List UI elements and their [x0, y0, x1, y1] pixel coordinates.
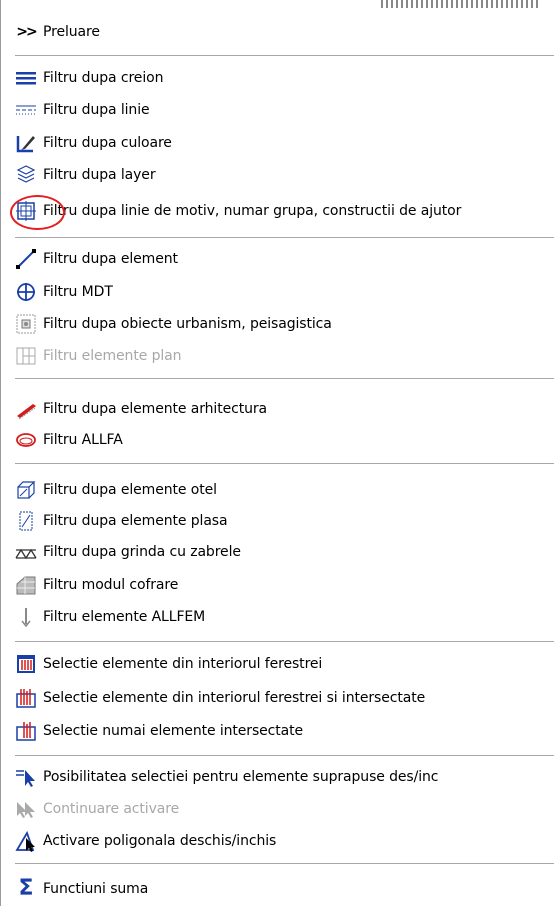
menu-item-selectie-intersectate[interactable]: Selectie numai elemente intersectate [15, 716, 544, 746]
diagonal-line-icon [15, 248, 37, 270]
allfem-icon [15, 606, 37, 628]
menu-item-label: Filtru dupa obiecte urbanism, peisagisti… [43, 316, 332, 332]
menu-item-filtru-otel[interactable]: Filtru dupa elemente otel [15, 475, 544, 505]
separator [15, 463, 554, 464]
continue-activation-icon [15, 798, 37, 820]
menu-item-continuare-activare[interactable]: Continuare activare [15, 794, 544, 824]
menu-item-label: Filtru ALLFA [43, 432, 123, 448]
menu-item-filtru-creion[interactable]: Filtru dupa creion [15, 63, 544, 93]
menu-item-label: Filtru elemente ALLFEM [43, 609, 206, 625]
double-arrow-right-icon: >> [16, 24, 38, 40]
menu-item-label: Filtru elemente plan [43, 348, 182, 364]
menu-item-label: Selectie elemente din interiorul ferestr… [43, 656, 323, 672]
menu-item-filtru-mdt[interactable]: Filtru MDT [15, 277, 544, 307]
menu-item-label: Activare poligonala deschis/inchis [43, 833, 277, 849]
polygon-activation-icon [15, 830, 37, 852]
menu-item-preluare[interactable]: >> Preluare [15, 17, 544, 47]
menu-item-filtru-grinda[interactable]: Filtru dupa grinda cu zabrele [15, 537, 544, 567]
plan-elements-icon [15, 345, 37, 367]
menu-item-label: Preluare [43, 24, 100, 40]
menu-item-functiuni-suma[interactable]: Σ Functiuni suma [15, 874, 544, 904]
background-fragment [381, 0, 541, 8]
separator [15, 863, 554, 864]
menu-item-label: Filtru MDT [43, 284, 113, 300]
separator [15, 378, 554, 379]
menu-item-filtru-linie-motiv[interactable]: Filtru dupa linie de motiv, numar grupa,… [15, 196, 544, 226]
menu-item-activare-poligonala[interactable]: Activare poligonala deschis/inchis [15, 826, 544, 856]
urban-objects-icon [15, 313, 37, 335]
overlap-select-arrow-icon [15, 766, 37, 788]
crosshair-circle-icon [15, 281, 37, 303]
menu-item-filtru-plasa[interactable]: Filtru dupa elemente plasa [15, 506, 544, 536]
formwork-icon [15, 574, 37, 596]
architecture-wall-icon [15, 398, 37, 420]
layers-icon [15, 164, 37, 186]
menu-item-label: Filtru dupa elemente arhitectura [43, 401, 267, 417]
menu-item-label: Filtru dupa layer [43, 167, 156, 183]
separator [15, 641, 554, 642]
menu-item-label: Filtru dupa linie de motiv, numar grupa,… [43, 203, 462, 219]
menu-item-label: Filtru dupa grinda cu zabrele [43, 544, 241, 560]
menu-item-filtru-elemente-plan[interactable]: Filtru elemente plan [15, 341, 544, 371]
sigma-icon: Σ [18, 876, 34, 901]
separator [15, 755, 554, 756]
pattern-line-icon [15, 200, 37, 222]
allfa-ellipse-icon [15, 429, 37, 451]
menu-item-selectie-interior-intersectate[interactable]: Selectie elemente din interiorul ferestr… [15, 683, 544, 713]
steel-elements-icon [15, 479, 37, 501]
menu-item-label: Functiuni suma [43, 881, 149, 897]
menu-item-filtru-linie[interactable]: Filtru dupa linie [15, 95, 544, 125]
window-select-intersected-icon [15, 720, 37, 742]
truss-beam-icon [15, 541, 37, 563]
window-select-inside-icon [15, 653, 37, 675]
menu-item-filtru-layer[interactable]: Filtru dupa layer [15, 160, 544, 190]
menu-item-label: Filtru modul cofrare [43, 577, 179, 593]
menu-item-posibilitatea-selectiei[interactable]: Posibilitatea selectiei pentru elemente … [15, 762, 544, 792]
menu-item-filtru-culoare[interactable]: Filtru dupa culoare [15, 128, 544, 158]
window-select-crossing-icon [15, 687, 37, 709]
separator [15, 237, 554, 238]
menu-item-label: Filtru dupa linie [43, 102, 150, 118]
menu-item-label: Continuare activare [43, 801, 180, 817]
menu-item-filtru-arhitectura[interactable]: Filtru dupa elemente arhitectura [15, 394, 544, 424]
menu-item-filtru-cofrare[interactable]: Filtru modul cofrare [15, 570, 544, 600]
menu-item-label: Selectie elemente din interiorul ferestr… [43, 690, 426, 706]
context-menu: >> Preluare Filtru dupa creion Filtru du… [0, 0, 554, 906]
menu-item-filtru-allfem[interactable]: Filtru elemente ALLFEM [15, 602, 544, 632]
menu-item-label: Filtru dupa creion [43, 70, 164, 86]
menu-item-filtru-allfa[interactable]: Filtru ALLFA [15, 425, 544, 455]
menu-item-label: Filtru dupa elemente plasa [43, 513, 228, 529]
menu-item-label: Filtru dupa culoare [43, 135, 172, 151]
menu-item-label: Posibilitatea selectiei pentru elemente … [43, 769, 439, 785]
menu-item-filtru-urbanism[interactable]: Filtru dupa obiecte urbanism, peisagisti… [15, 309, 544, 339]
color-brush-icon [15, 132, 37, 154]
menu-item-label: Filtru dupa elemente otel [43, 482, 217, 498]
separator [15, 55, 554, 56]
menu-item-label: Filtru dupa element [43, 251, 178, 267]
menu-item-label: Selectie numai elemente intersectate [43, 723, 304, 739]
mesh-elements-icon [15, 510, 37, 532]
menu-item-filtru-element[interactable]: Filtru dupa element [15, 244, 544, 274]
menu-item-selectie-interior[interactable]: Selectie elemente din interiorul ferestr… [15, 649, 544, 679]
line-type-icon [15, 99, 37, 121]
pen-thickness-icon [15, 67, 37, 89]
